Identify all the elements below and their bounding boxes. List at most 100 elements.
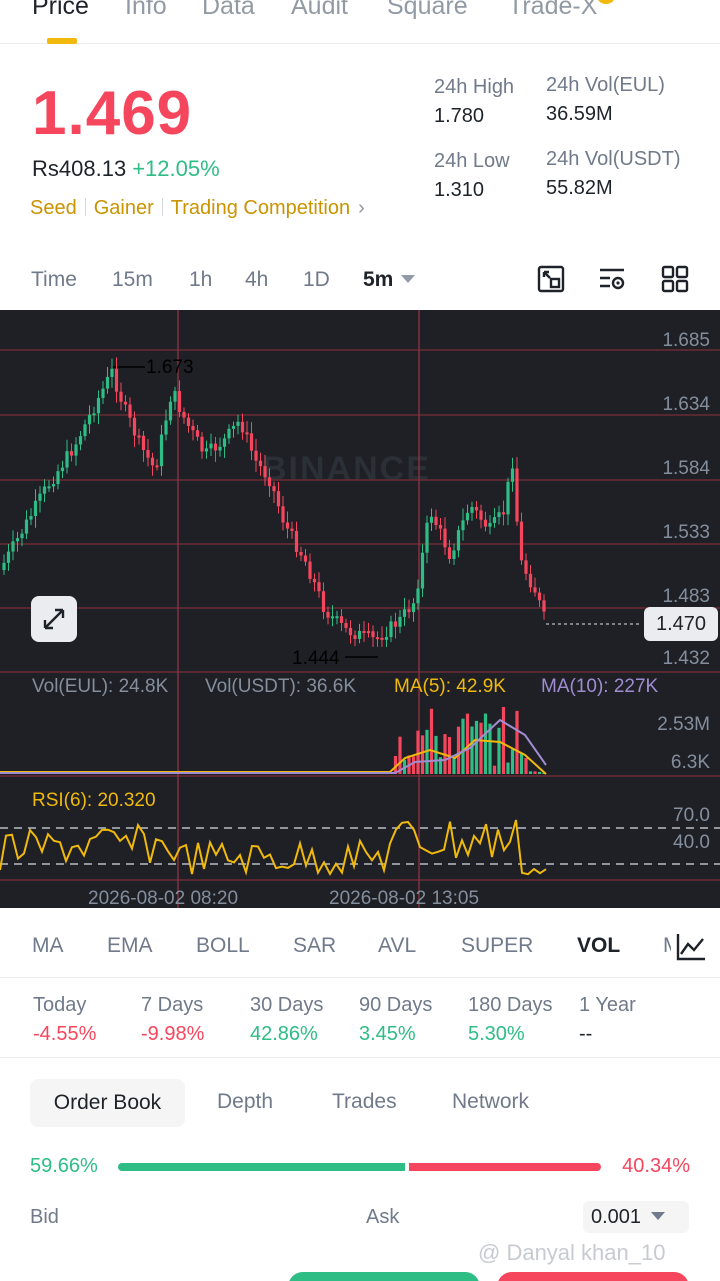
candle-body: [200, 436, 204, 452]
price-step-select[interactable]: 0.001: [583, 1201, 689, 1233]
candle-body: [272, 486, 276, 492]
candle-body: [380, 637, 384, 640]
candle-body: [348, 627, 353, 636]
candle-body: [20, 533, 24, 539]
candle-body: [497, 512, 501, 518]
volume-bars: [0, 706, 547, 775]
new-badge: [596, 0, 616, 4]
volume-bar: [506, 762, 510, 774]
tag-gainer[interactable]: Gainer: [94, 197, 154, 219]
expand-chart-button[interactable]: [31, 596, 77, 642]
time-axis-label: 2026-08-02 08:20: [88, 888, 239, 908]
perf-90-days: 90 Days 3.45%: [359, 994, 433, 1045]
candle-body: [465, 512, 470, 521]
candle-body: [524, 560, 528, 574]
perf-1-year: 1 Year --: [579, 994, 636, 1045]
tag-trading-competition[interactable]: Trading Competition: [171, 197, 350, 219]
price-chart[interactable]: BINANCE 1.685 1.634 1.584 1.533 1.483 1.…: [0, 310, 720, 908]
perf-30-days: 30 Days 42.86%: [250, 994, 324, 1045]
candle-body: [362, 630, 366, 633]
candle-body: [384, 637, 389, 640]
candle-body: [114, 368, 119, 392]
ma10-label: MA(10): 227K: [541, 676, 659, 697]
tab-audit[interactable]: Audit: [291, 0, 348, 21]
tab-network[interactable]: Network: [452, 1090, 529, 1114]
chart-grid: [0, 310, 720, 908]
volume-bar: [519, 753, 524, 774]
fullscreen-icon[interactable]: [536, 264, 566, 294]
perf-7-days: 7 Days -9.98%: [141, 994, 205, 1045]
volume-bar: [483, 713, 488, 774]
tab-info[interactable]: Info: [125, 0, 167, 21]
tab-order-book[interactable]: Order Book: [30, 1079, 185, 1127]
price-axis-label: 1.483: [662, 586, 710, 607]
price-axis-label: 1.584: [662, 458, 710, 479]
buy-button[interactable]: [288, 1272, 480, 1281]
volume-bar: [510, 749, 515, 774]
divider: [0, 1057, 720, 1058]
candle-body: [528, 573, 533, 588]
candle-body: [132, 417, 137, 436]
candle-body: [434, 516, 438, 526]
interval-1d[interactable]: 1D: [303, 268, 330, 292]
tab-data[interactable]: Data: [202, 0, 255, 21]
tag-seed[interactable]: Seed: [30, 197, 77, 219]
interval-5m[interactable]: 5m: [363, 268, 416, 292]
indicator-vol[interactable]: VOL: [577, 934, 620, 958]
vol-usdt-label: Vol(USDT): 36.6K: [205, 676, 356, 697]
grid-layout-icon[interactable]: [660, 264, 690, 294]
candle-body: [240, 421, 245, 433]
candle-body: [227, 428, 231, 439]
indicator-chart-icon[interactable]: [675, 932, 707, 962]
candle-body: [281, 506, 285, 523]
candle-body: [159, 434, 164, 467]
tab-depth[interactable]: Depth: [217, 1090, 273, 1114]
indicator-avl[interactable]: AVL: [378, 934, 416, 958]
interval-1h[interactable]: 1h: [189, 268, 212, 292]
ask-ratio-bar: [409, 1163, 601, 1171]
volume-bar: [474, 720, 479, 774]
volume-bar: [429, 708, 434, 774]
volume-bar: [501, 706, 506, 774]
volume-bar: [452, 758, 456, 774]
interval-bar: Time 15m 1h 4h 1D 5m: [0, 258, 720, 308]
price-axis-label: 1.685: [662, 330, 710, 351]
candle-body: [416, 588, 420, 604]
candle-body: [186, 417, 191, 426]
token-tags[interactable]: Seed Gainer Trading Competition ›: [30, 197, 365, 220]
chevron-right-icon: ›: [358, 197, 365, 219]
candle-body: [15, 538, 20, 542]
bid-ratio-bar: [118, 1163, 405, 1171]
candle-body: [501, 512, 506, 515]
candle-body: [470, 506, 474, 513]
ask-column-label: Ask: [366, 1206, 400, 1228]
indicator-ema[interactable]: EMA: [107, 934, 153, 958]
interval-15m[interactable]: 15m: [112, 268, 153, 292]
chart-settings-icon[interactable]: [597, 264, 627, 294]
tab-square[interactable]: Square: [387, 0, 468, 21]
indicator-more[interactable]: M: [663, 934, 671, 958]
candle-body: [6, 551, 11, 563]
candle-body: [249, 433, 254, 451]
indicator-sar[interactable]: SAR: [293, 934, 336, 958]
candle-body: [101, 388, 105, 398]
indicator-ma[interactable]: MA: [32, 934, 64, 958]
tab-trades[interactable]: Trades: [332, 1090, 397, 1114]
candle-body: [87, 414, 92, 425]
volume-bar: [420, 735, 425, 774]
interval-time[interactable]: Time: [31, 268, 77, 292]
tab-trade-x[interactable]: Trade-X: [508, 0, 597, 21]
candlestick-chart[interactable]: [0, 310, 720, 908]
volume-bar: [465, 713, 470, 774]
interval-4h[interactable]: 4h: [245, 268, 268, 292]
volume-bar: [398, 736, 402, 774]
candle-body: [254, 450, 258, 461]
candle-body: [317, 582, 321, 592]
candle-body: [312, 578, 317, 583]
indicator-boll[interactable]: BOLL: [196, 934, 250, 958]
volume-bar: [434, 735, 438, 774]
candle-body: [177, 391, 182, 412]
tab-price[interactable]: Price: [32, 0, 89, 21]
indicator-super[interactable]: SUPER: [461, 934, 533, 958]
sell-button[interactable]: [497, 1272, 689, 1281]
